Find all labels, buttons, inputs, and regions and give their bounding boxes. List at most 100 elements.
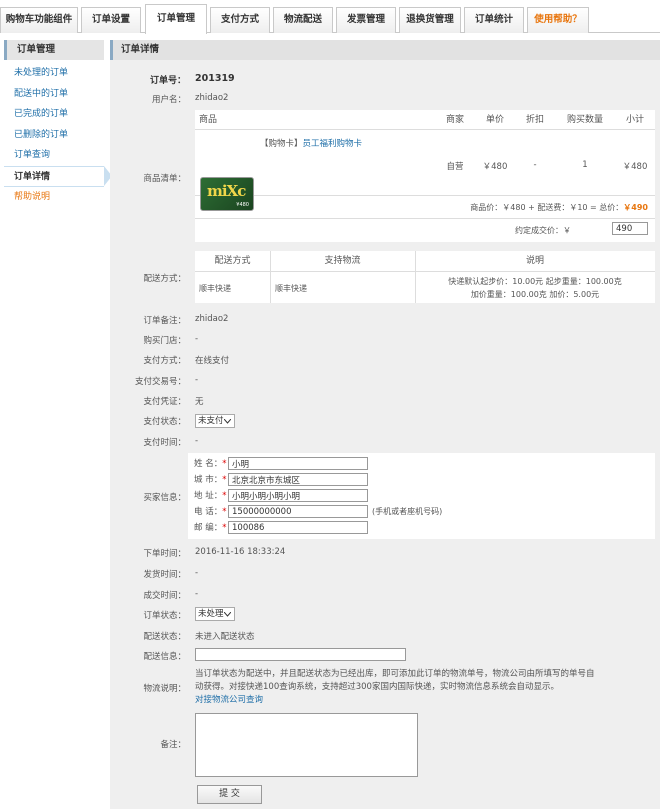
- store-value: -: [195, 334, 199, 344]
- goods-header-qty: 购买数量: [566, 115, 603, 125]
- ship-time-label: 发货时间：: [143, 570, 186, 580]
- card-logo: miXc: [207, 182, 246, 200]
- tab-order-stats[interactable]: 订单统计: [464, 7, 524, 33]
- order-remark-value: zhidao2: [195, 314, 229, 324]
- chevron-down-icon: [224, 612, 231, 617]
- tab-returns[interactable]: 退换货管理: [399, 7, 461, 33]
- buyer-city-input[interactable]: [228, 473, 368, 486]
- buyer-zip-input[interactable]: [228, 521, 368, 534]
- product-discount: -: [533, 160, 537, 170]
- buyer-city-label-row: 城 市：*: [194, 475, 227, 485]
- order-status-selected: 未处理: [198, 609, 224, 619]
- buyer-zip-label-row: 邮 编：*: [194, 523, 227, 533]
- deal-price-label: 约定成交价：￥: [515, 226, 571, 235]
- pay-voucher-label: 支付凭证：: [143, 397, 186, 407]
- logistics-desc-line1: 当订单状态为配送中，并且配送状态为已经出库，即可添加此订单的物流单号，物流公司由…: [195, 669, 595, 679]
- chevron-down-icon: [224, 419, 231, 424]
- logistics-desc: 当订单状态为配送中，并且配送状态为已经出库，即可添加此订单的物流单号，物流公司由…: [195, 668, 655, 707]
- product-qty: 1: [582, 160, 588, 170]
- buyer-address-input[interactable]: [228, 489, 368, 502]
- goods-header-product: 商品: [199, 115, 218, 125]
- tab-help[interactable]: 使用帮助？: [527, 7, 589, 33]
- buyer-phone-label: 电 话：: [194, 507, 223, 517]
- buyer-phone-input[interactable]: [228, 505, 368, 518]
- deal-price-input[interactable]: [612, 222, 648, 235]
- shipping-method-label: 配送方式：: [143, 274, 186, 284]
- top-tab-bar: 购物车功能组件 订单设置 订单管理 支付方式 物流配送 发票管理 退换货管理 订…: [0, 0, 660, 34]
- submit-button[interactable]: 提 交: [197, 785, 262, 804]
- sidebar-item-unprocessed[interactable]: 未处理的订单: [4, 63, 104, 84]
- tab-payment-methods[interactable]: 支付方式: [210, 7, 270, 33]
- buyer-name-label-row: 姓 名：*: [194, 459, 227, 469]
- order-no-value: 201319: [195, 73, 235, 84]
- pay-time-label: 支付时间：: [143, 438, 186, 448]
- pay-txn-value: -: [195, 375, 199, 385]
- product-subtotal: ￥480: [622, 162, 648, 172]
- pay-txn-label: 支付交易号：: [134, 377, 186, 387]
- sidebar-item-completed[interactable]: 已完成的订单: [4, 104, 104, 125]
- sidebar-title: 订单管理: [4, 40, 104, 60]
- product-name-link[interactable]: 员工福利购物卡: [303, 139, 363, 149]
- pay-method-label: 支付方式：: [143, 356, 186, 366]
- buyer-address-label-row: 地 址：*: [194, 491, 227, 501]
- logistics-desc-line2: 动获得。对接快递100查询系统，支持超过300家国内国际快递，实时物流信息系统会…: [195, 682, 559, 692]
- order-status-select[interactable]: 未处理: [195, 607, 235, 621]
- shipping-header-desc: 说明: [525, 256, 544, 266]
- sidebar-item-detail[interactable]: 订单详情: [4, 165, 112, 187]
- buyer-name-label: 姓 名：: [194, 459, 223, 469]
- buyer-info-label: 买家信息：: [143, 493, 186, 503]
- tab-invoice[interactable]: 发票管理: [336, 7, 396, 33]
- page-title: 订单详情: [110, 40, 660, 60]
- tab-order-settings[interactable]: 订单设置: [81, 7, 141, 33]
- order-detail-panel: 订单详情 订单号： 201319 用户名： zhidao2 商品清单： 商品 商…: [110, 40, 660, 809]
- sidebar: 订单管理 未处理的订单 配送中的订单 已完成的订单 已删除的订单 订单查询 订单…: [4, 40, 112, 208]
- shipping-desc-line2: 加价重量：100.00克 加价：5.00元: [470, 290, 600, 299]
- order-time-label: 下单时间：: [143, 549, 186, 559]
- shipping-table: 配送方式 支持物流 说明 顺丰快递 顺丰快递 快递默认起步价：10.00元 起步…: [195, 251, 655, 303]
- buyer-phone-label-row: 电 话：*: [194, 507, 227, 517]
- pay-voucher-value: 无: [195, 397, 204, 407]
- goods-header-seller: 商家: [445, 115, 464, 125]
- delivery-info-label: 配送信息：: [143, 652, 186, 662]
- deal-time-value: -: [195, 589, 199, 599]
- username-label: 用户名：: [151, 95, 186, 105]
- sidebar-item-query[interactable]: 订单查询: [4, 145, 104, 166]
- pay-time-value: -: [195, 436, 199, 446]
- pay-status-select[interactable]: 未支付: [195, 414, 235, 428]
- username-value: zhidao2: [195, 93, 229, 103]
- pay-status-selected: 未支付: [198, 416, 224, 426]
- goods-header-price: 单价: [485, 115, 504, 125]
- buyer-info-panel: 姓 名：* 城 市：* 地 址：* 电 话：* (手机或者座机号码) 邮 编：*: [188, 453, 655, 539]
- goods-header-discount: 折扣: [525, 115, 544, 125]
- tab-cart-components[interactable]: 购物车功能组件: [0, 7, 78, 33]
- delivery-status-label: 配送状态：: [143, 632, 186, 642]
- order-total-value: ￥490: [623, 203, 648, 212]
- shipping-logistics-value: 顺丰快递: [275, 284, 307, 293]
- tab-logistics[interactable]: 物流配送: [273, 7, 333, 33]
- order-no-label: 订单号：: [149, 76, 186, 86]
- card-face-value: ¥480: [236, 202, 249, 208]
- pay-method-value: 在线支付: [195, 356, 230, 366]
- shipping-header-logistics: 支持物流: [324, 256, 361, 266]
- goods-table: 商品 商家 单价 折扣 购买数量 小计: [195, 110, 655, 242]
- note-label: 备注：: [160, 740, 186, 750]
- delivery-status-value: 未进入配送状态: [195, 632, 255, 642]
- store-label: 购买门店：: [143, 336, 186, 346]
- product-price: ￥480: [482, 162, 508, 172]
- goods-list-label: 商品清单：: [143, 174, 186, 184]
- product-card-image[interactable]: miXc ¥480: [200, 177, 254, 211]
- buyer-city-label: 城 市：: [194, 475, 223, 485]
- buyer-name-input[interactable]: [228, 457, 368, 470]
- sidebar-item-help[interactable]: 帮助说明: [4, 187, 104, 208]
- product-seller: 自营: [446, 162, 464, 172]
- shipping-desc-line1: 快递默认起步价：10.00元 起步重量：100.00克: [448, 277, 622, 286]
- deal-time-label: 成交时间：: [143, 591, 186, 601]
- buyer-zip-label: 邮 编：: [194, 523, 223, 533]
- note-textarea[interactable]: [195, 713, 418, 777]
- logistics-desc-label: 物流说明：: [143, 684, 186, 694]
- tab-order-management[interactable]: 订单管理: [145, 4, 207, 34]
- logistics-query-link[interactable]: 对接物流公司查询: [195, 694, 655, 707]
- delivery-info-input[interactable]: [195, 648, 406, 661]
- sidebar-item-shipping[interactable]: 配送中的订单: [4, 84, 104, 105]
- sidebar-item-deleted[interactable]: 已删除的订单: [4, 125, 104, 146]
